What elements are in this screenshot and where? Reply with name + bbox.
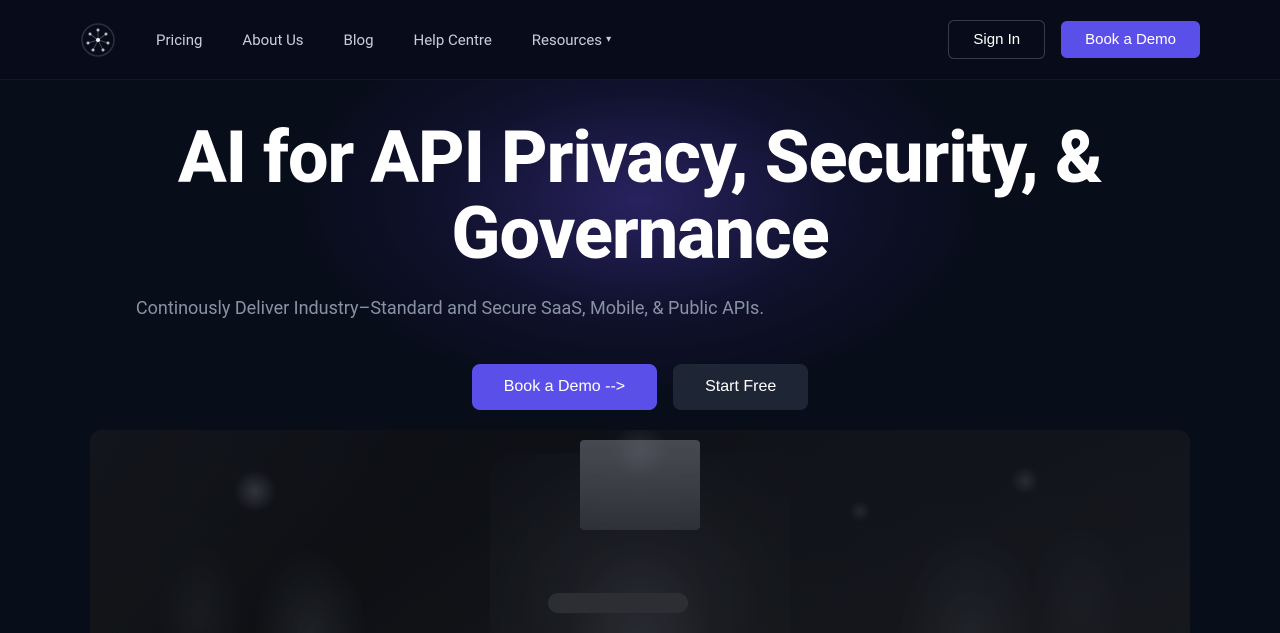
hero-content: AI for API Privacy, Security, & Governan… [90, 120, 1190, 410]
nav-link-help-centre[interactable]: Help Centre [414, 31, 492, 49]
navbar-left: Pricing About Us Blog Help Centre Resour… [80, 22, 611, 58]
nav-link-about-us[interactable]: About Us [242, 31, 303, 49]
hero-buttons: Book a Demo --> Start Free [90, 364, 1190, 410]
resources-label: Resources [532, 31, 602, 49]
hero-image [90, 430, 1190, 633]
nav-links: Pricing About Us Blog Help Centre Resour… [156, 31, 611, 49]
chevron-down-icon: ▾ [606, 34, 611, 45]
logo[interactable] [80, 22, 116, 58]
navbar-right: Sign In Book a Demo [948, 20, 1200, 59]
sign-in-button[interactable]: Sign In [948, 20, 1045, 59]
nav-link-resources[interactable]: Resources ▾ [532, 31, 611, 49]
nav-link-pricing[interactable]: Pricing [156, 31, 202, 49]
hero-subtitle: Continously Deliver Industry–Standard an… [90, 295, 810, 324]
hero-title: AI for API Privacy, Security, & Governan… [90, 120, 1190, 271]
hero-image-overlay [90, 430, 1190, 633]
nav-link-blog[interactable]: Blog [344, 31, 374, 49]
start-free-button[interactable]: Start Free [673, 364, 808, 410]
navbar: Pricing About Us Blog Help Centre Resour… [0, 0, 1280, 80]
book-demo-nav-button[interactable]: Book a Demo [1061, 21, 1200, 58]
hero-section: AI for API Privacy, Security, & Governan… [0, 80, 1280, 430]
book-demo-hero-button[interactable]: Book a Demo --> [472, 364, 657, 410]
